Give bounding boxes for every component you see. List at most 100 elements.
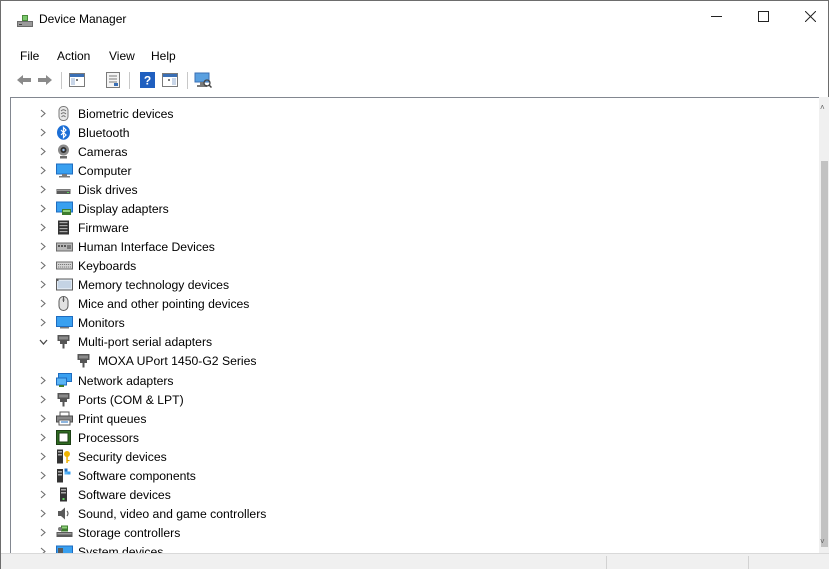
tree-item-label: Keyboards: [78, 258, 137, 273]
tree-item-processors[interactable]: Processors: [11, 428, 801, 447]
tree-item-sound-video-and-game-controllers[interactable]: Sound, video and game controllers: [11, 504, 801, 523]
tree-item-memory-technology-devices[interactable]: Memory technology devices: [11, 275, 801, 294]
tree-item-ports-com-lpt[interactable]: Ports (COM & LPT): [11, 390, 801, 409]
scroll-down-arrow-icon[interactable]: ˅: [820, 537, 825, 546]
tree-item-label: Software components: [78, 468, 196, 483]
tree-item-label: Ports (COM & LPT): [78, 392, 184, 407]
camera-icon: [58, 144, 69, 159]
help-button[interactable]: ?: [138, 71, 156, 89]
tree-item-storage-controllers[interactable]: Storage controllers: [11, 523, 801, 542]
menu-view[interactable]: View: [109, 49, 135, 63]
chevron-down-icon[interactable]: [38, 337, 48, 347]
tree-item-firmware[interactable]: Firmware: [11, 218, 801, 237]
tree-item-system-devices[interactable]: System devices: [11, 542, 801, 553]
status-bar-separator: [606, 556, 607, 569]
chevron-right-icon[interactable]: [38, 185, 48, 195]
chevron-right-icon[interactable]: [38, 509, 48, 519]
chevron-right-icon[interactable]: [38, 414, 48, 424]
tree-item-mice-and-other-pointing-devices[interactable]: Mice and other pointing devices: [11, 294, 801, 313]
chevron-right-icon[interactable]: [38, 395, 48, 405]
chevron-right-icon[interactable]: [38, 433, 48, 443]
menu-help[interactable]: Help: [151, 49, 176, 63]
disk-drive-icon: [56, 189, 71, 194]
forward-icon: [38, 75, 52, 85]
chevron-right-icon[interactable]: [38, 242, 48, 252]
device-tree-view[interactable]: Biometric devices Bluetooth Cameras Comp…: [10, 97, 822, 553]
chevron-right-icon[interactable]: [38, 109, 48, 119]
printer-icon: [56, 411, 73, 426]
chevron-right-icon[interactable]: [38, 204, 48, 214]
title-bar[interactable]: Device Manager: [1, 1, 828, 31]
scan-hardware-button[interactable]: [194, 71, 212, 89]
tree-item-label: Processors: [78, 430, 139, 445]
chevron-right-icon[interactable]: [38, 376, 48, 386]
tree-item-label: Multi-port serial adapters: [78, 334, 213, 349]
chevron-right-icon[interactable]: [38, 452, 48, 462]
tree-item-label: Print queues: [78, 411, 147, 426]
tree-item-label: System devices: [78, 544, 164, 554]
tree-item-cameras[interactable]: Cameras: [11, 142, 801, 161]
tree-item-moxa-uport-1450-g2-series[interactable]: MOXA UPort 1450-G2 Series: [11, 351, 801, 370]
menu-file[interactable]: File: [20, 49, 39, 63]
tree-item-keyboards[interactable]: Keyboards: [11, 256, 801, 275]
tree-item-computer[interactable]: Computer: [11, 161, 801, 180]
tree-item-biometric-devices[interactable]: Biometric devices: [11, 104, 801, 123]
close-button[interactable]: [787, 1, 829, 31]
network-adapter-icon: [56, 373, 72, 387]
minimize-button[interactable]: [693, 1, 739, 31]
tree-item-label: Human Interface Devices: [78, 239, 215, 254]
keyboard-icon: [56, 261, 73, 270]
tree-item-bluetooth[interactable]: Bluetooth: [11, 123, 801, 142]
tree-item-disk-drives[interactable]: Disk drives: [11, 180, 801, 199]
show-hide-console-tree-button[interactable]: [68, 71, 86, 89]
show-hide-action-pane-icon: [162, 73, 178, 87]
security-key-icon: [57, 449, 70, 464]
vertical-scrollbar[interactable]: ˄ ˅: [819, 97, 829, 553]
chevron-right-icon[interactable]: [38, 223, 48, 233]
tree-item-network-adapters[interactable]: Network adapters: [11, 371, 801, 390]
chevron-right-icon[interactable]: [38, 280, 48, 290]
serial-port-icon: [57, 335, 70, 349]
chevron-right-icon[interactable]: [38, 261, 48, 271]
toolbar: ?: [1, 69, 828, 93]
chevron-right-icon[interactable]: [38, 299, 48, 309]
close-icon: [804, 10, 816, 22]
chevron-right-icon[interactable]: [38, 128, 48, 138]
chevron-right-icon[interactable]: [38, 147, 48, 157]
toolbar-separator: [187, 72, 188, 89]
tree-item-label: Sound, video and game controllers: [78, 506, 267, 521]
tree-item-human-interface-devices[interactable]: Human Interface Devices: [11, 237, 801, 256]
software-device-icon: [60, 487, 67, 502]
tree-item-label: Computer: [78, 163, 132, 178]
chevron-right-icon[interactable]: [38, 166, 48, 176]
tree-item-software-components[interactable]: Software components: [11, 466, 801, 485]
tree-item-software-devices[interactable]: Software devices: [11, 485, 801, 504]
software-component-icon: [57, 468, 71, 483]
tree-item-multi-port-serial-adapters[interactable]: Multi-port serial adapters: [11, 332, 801, 351]
show-hide-action-pane-button[interactable]: [161, 71, 179, 89]
fingerprint-icon: [58, 106, 69, 121]
tree-item-label: Firmware: [78, 220, 129, 235]
tree-item-label: Network adapters: [78, 373, 174, 388]
chevron-right-icon[interactable]: [38, 471, 48, 481]
tree-item-display-adapters[interactable]: Display adapters: [11, 199, 801, 218]
scroll-up-arrow-icon[interactable]: ˄: [820, 103, 825, 112]
scrollbar-thumb[interactable]: [821, 161, 828, 547]
chevron-right-icon[interactable]: [38, 490, 48, 500]
tree-item-print-queues[interactable]: Print queues: [11, 409, 801, 428]
properties-button[interactable]: [104, 71, 122, 89]
tree-item-security-devices[interactable]: Security devices: [11, 447, 801, 466]
tree-item-monitors[interactable]: Monitors: [11, 313, 801, 332]
maximize-button[interactable]: [740, 1, 786, 31]
tree-item-label: Security devices: [78, 449, 167, 464]
firmware-icon: [58, 220, 69, 235]
speaker-icon: [58, 507, 69, 520]
mouse-icon: [58, 296, 69, 311]
menu-action[interactable]: Action: [57, 49, 90, 63]
show-hide-console-tree-icon: [69, 73, 85, 87]
device-manager-window: Device Manager File Action View Help ? B…: [0, 0, 829, 569]
back-button[interactable]: [15, 71, 33, 89]
chevron-right-icon[interactable]: [38, 528, 48, 538]
chevron-right-icon[interactable]: [38, 318, 48, 328]
forward-button[interactable]: [36, 71, 54, 89]
